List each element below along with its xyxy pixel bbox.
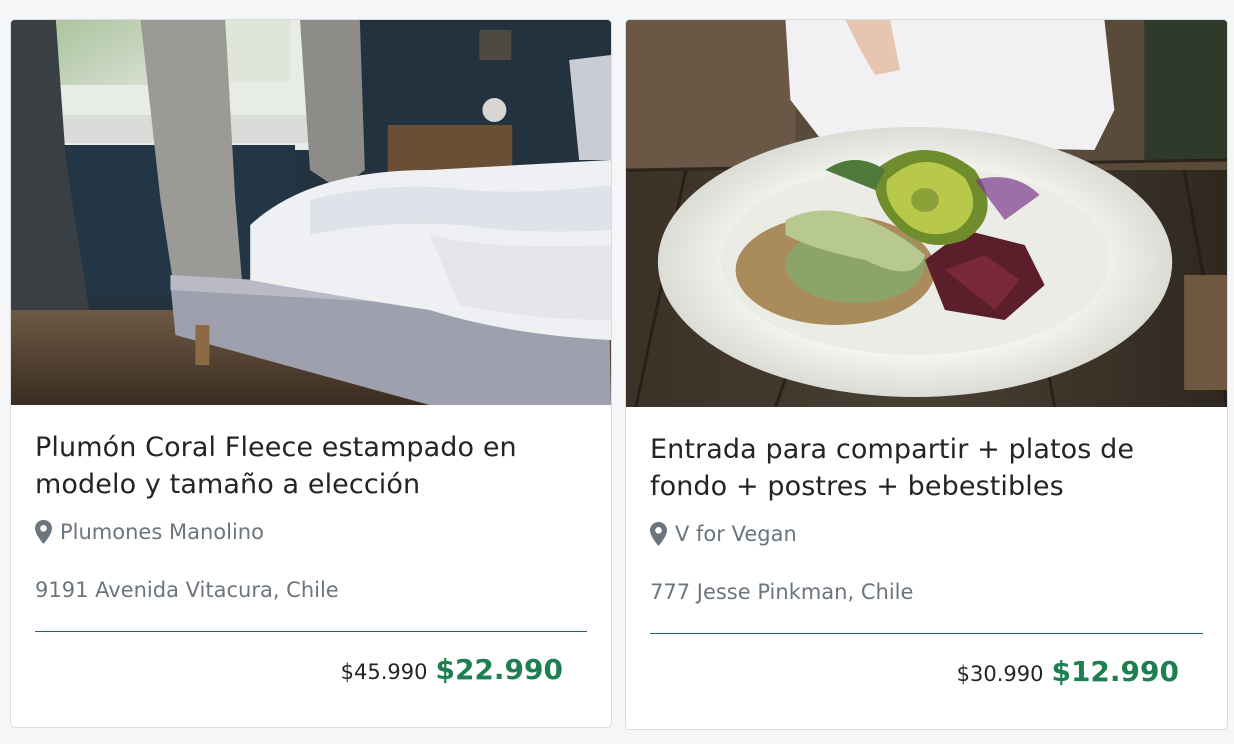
price-block: $30.990 $12.990 bbox=[957, 655, 1179, 688]
original-price: $45.990 bbox=[340, 660, 428, 684]
store-name-text: V for Vegan bbox=[675, 522, 797, 546]
store-address: 9191 Avenida Vitacura, Chile bbox=[35, 578, 339, 602]
deal-image-bedroom[interactable] bbox=[11, 20, 611, 405]
deal-title[interactable]: Entrada para compartir + platos de fondo… bbox=[650, 431, 1203, 505]
store-name-text: Plumones Manolino bbox=[60, 520, 264, 544]
map-pin-icon bbox=[35, 520, 52, 544]
price-block: $45.990 $22.990 bbox=[341, 653, 563, 686]
store-name: V for Vegan bbox=[650, 519, 797, 549]
deal-card[interactable]: Plumón Coral Fleece estampado en modelo … bbox=[10, 19, 612, 728]
deal-image-vegan-bowl[interactable] bbox=[626, 20, 1227, 407]
deal-card[interactable]: Entrada para compartir + platos de fondo… bbox=[625, 19, 1228, 730]
store-name: Plumones Manolino bbox=[35, 517, 264, 547]
store-address: 777 Jesse Pinkman, Chile bbox=[650, 580, 914, 604]
original-price: $30.990 bbox=[956, 662, 1044, 686]
discount-price: $12.990 bbox=[1051, 655, 1179, 688]
discount-price: $22.990 bbox=[435, 653, 563, 686]
card-divider bbox=[35, 631, 587, 632]
deal-title[interactable]: Plumón Coral Fleece estampado en modelo … bbox=[35, 429, 587, 503]
map-pin-icon bbox=[650, 522, 667, 546]
card-divider bbox=[650, 633, 1203, 634]
